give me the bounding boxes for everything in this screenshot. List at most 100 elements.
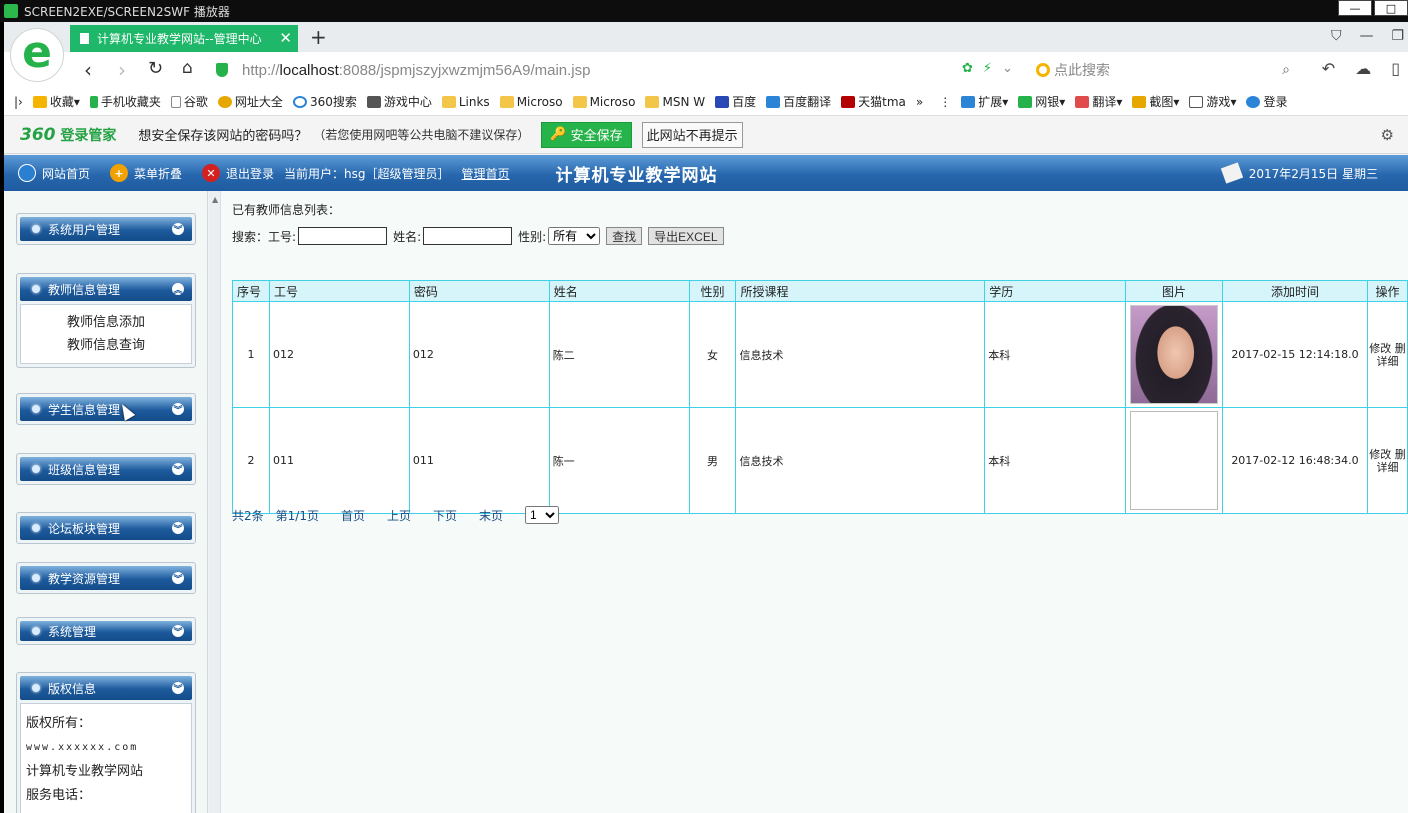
bookmark-item[interactable]: 谷歌 — [170, 93, 208, 110]
menu-header[interactable]: 系统用户管理 ︾ — [20, 217, 192, 241]
shirt-icon[interactable]: ⛉ — [1331, 28, 1342, 44]
logout-link[interactable]: ✕ 退出登录 — [202, 164, 274, 182]
chevron-up-icon[interactable]: ︽ — [172, 283, 184, 296]
edit-delete-links[interactable]: 修改 删 — [1369, 342, 1406, 355]
reload-icon[interactable]: ↻ — [148, 58, 163, 79]
chevron-down-icon[interactable]: ︾ — [172, 625, 184, 638]
prev-page-link[interactable]: 上页 — [387, 507, 411, 524]
admin-home-link[interactable]: 管理首页 — [462, 165, 510, 182]
menu-header[interactable]: 系统管理 ︾ — [20, 621, 192, 641]
app-icon — [4, 4, 18, 18]
bookmark-item[interactable]: MSN W — [645, 95, 705, 109]
address-icons: ✿ ⚡ ⌄ — [962, 61, 1013, 76]
scroll-up-icon[interactable]: ▲ — [212, 195, 218, 204]
bookmark-item[interactable]: 手机收藏夹 — [89, 93, 161, 110]
bookmark-item[interactable]: 网址大全 — [217, 93, 283, 110]
never-prompt-button[interactable]: 此网站不再提示 — [641, 121, 743, 148]
more-bookmarks-icon[interactable]: » — [916, 95, 923, 109]
bookmarks-toggle-icon[interactable]: |› — [14, 95, 23, 109]
site-home-link[interactable]: 网站首页 — [18, 164, 90, 182]
bookmark-item[interactable]: 百度翻译 — [766, 93, 831, 110]
chevron-down-icon[interactable]: ︾ — [172, 572, 184, 585]
menu-label: 论坛板块管理 — [48, 521, 121, 536]
last-page-link[interactable]: 末页 — [479, 507, 503, 524]
maximize-button[interactable]: □ — [1374, 0, 1408, 16]
undo-icon[interactable]: ↶ — [1322, 59, 1335, 78]
restore-icon[interactable]: ❐ — [1391, 28, 1404, 44]
back-icon[interactable]: ‹ — [84, 58, 92, 82]
chevron-down-icon[interactable]: ︾ — [172, 682, 184, 695]
bookmark-item[interactable]: 360搜索 — [292, 93, 357, 110]
forward-icon[interactable]: › — [118, 58, 126, 82]
gender-select[interactable]: 所有 — [548, 227, 601, 245]
extension-item[interactable]: 翻译 ▾ — [1075, 93, 1122, 110]
edit-delete-links[interactable]: 修改 删 — [1369, 448, 1406, 461]
extension-item[interactable]: 登录 — [1246, 93, 1287, 110]
detail-link[interactable]: 详细 — [1376, 355, 1398, 368]
chevron-down-icon[interactable]: ︾ — [172, 223, 184, 236]
find-button[interactable]: 查找 — [606, 227, 643, 245]
date-text: 2017年2月15日 星期三 — [1248, 166, 1378, 181]
page-select[interactable]: 1 — [525, 506, 560, 524]
bookmark-item[interactable]: Microso — [499, 95, 563, 109]
home-icon[interactable]: ⌂ — [182, 58, 193, 78]
address-bar-row: ‹ › ↻ ⌂ http://localhost:8088/jspmjszyjx… — [4, 52, 1408, 88]
cell-edu: 本科 — [984, 301, 1127, 408]
search360-icon — [292, 95, 307, 108]
menu-item-query-teacher[interactable]: 教师信息查询 — [21, 334, 191, 357]
new-tab-button[interactable]: + — [310, 25, 327, 49]
minimize-button[interactable]: — — [1338, 0, 1372, 16]
extension-item[interactable]: 扩展 ▾ — [961, 93, 1008, 110]
phone-icon[interactable]: ▯ — [1391, 59, 1400, 78]
mobile-icon — [89, 95, 98, 108]
teacher-photo[interactable] — [1130, 305, 1219, 404]
next-page-link[interactable]: 下页 — [433, 507, 457, 524]
url-field[interactable]: http://localhost:8088/jspmjszyjxwzmjm56A… — [216, 57, 1026, 83]
menu-dots-icon[interactable]: ⋮ — [939, 95, 951, 109]
fold-menu-link[interactable]: + 菜单折叠 — [110, 164, 182, 182]
dropdown-icon[interactable]: ⌄ — [1002, 61, 1013, 76]
bookmark-item[interactable]: Microso — [572, 95, 635, 109]
menu-header[interactable]: 版权信息 ︾ — [20, 676, 192, 700]
name-input[interactable] — [423, 227, 513, 245]
export-excel-button[interactable]: 导出EXCEL — [648, 227, 724, 245]
bookmark-item[interactable]: 百度 — [715, 93, 756, 110]
menu-header[interactable]: 班级信息管理 ︾ — [20, 457, 192, 481]
vertical-scrollbar[interactable]: ▲ — [209, 191, 221, 813]
search-input[interactable]: 点此搜索 ⌕ — [1036, 57, 1290, 83]
browser-logo-icon[interactable]: e — [10, 28, 64, 82]
bookmark-item[interactable]: Links — [441, 95, 490, 109]
menu-item-add-teacher[interactable]: 教师信息添加 — [21, 311, 191, 334]
menu-header[interactable]: 学生信息管理 ︾ — [20, 397, 192, 421]
gamepad-icon — [366, 95, 381, 108]
search-icon[interactable]: ⌕ — [1282, 62, 1290, 78]
bookmark-item[interactable]: 收藏 ▾ — [32, 93, 80, 110]
chevron-down-icon[interactable]: ︾ — [172, 403, 184, 416]
menu-header[interactable]: 教学资源管理 ︾ — [20, 566, 192, 590]
safe-save-button[interactable]: 🔑 安全保存 — [541, 121, 632, 148]
close-tab-icon[interactable]: ✕ — [279, 29, 292, 47]
tab-active[interactable]: 计算机专业教学网站--管理中心 ✕ — [70, 25, 298, 52]
lightning-icon[interactable]: ⚡ — [983, 61, 992, 76]
minimize-icon[interactable]: — — [1359, 28, 1373, 44]
calendar-icon — [1220, 162, 1243, 184]
menu-header[interactable]: 论坛板块管理 ︾ — [20, 516, 192, 540]
copyright-site: 计算机专业教学网站 — [26, 764, 144, 779]
gear-icon[interactable]: ⚙ — [1381, 126, 1394, 144]
extension-item[interactable]: 截图 ▾ — [1132, 93, 1179, 110]
bookmark-item[interactable]: 天猫tma — [841, 93, 906, 110]
chevron-down-icon[interactable]: ︾ — [172, 463, 184, 476]
teacher-photo-empty[interactable] — [1130, 411, 1219, 510]
cell-course: 信息技术 — [735, 407, 986, 514]
refresh-green-icon[interactable]: ✿ — [962, 61, 973, 76]
cloud-icon[interactable]: ☁ — [1355, 59, 1371, 78]
menu-header[interactable]: 教师信息管理 ︽ — [20, 277, 192, 301]
detail-link[interactable]: 详细 — [1376, 461, 1398, 474]
first-page-link[interactable]: 首页 — [341, 507, 365, 524]
bookmark-item[interactable]: 游戏中心 — [366, 93, 432, 110]
id-input[interactable] — [298, 227, 388, 245]
extension-item[interactable]: 网银 ▾ — [1018, 93, 1065, 110]
tab-strip-controls: ⛉ — ❐ — [1331, 28, 1404, 44]
chevron-down-icon[interactable]: ︾ — [172, 522, 184, 535]
extension-item[interactable]: 游戏 ▾ — [1189, 93, 1236, 110]
